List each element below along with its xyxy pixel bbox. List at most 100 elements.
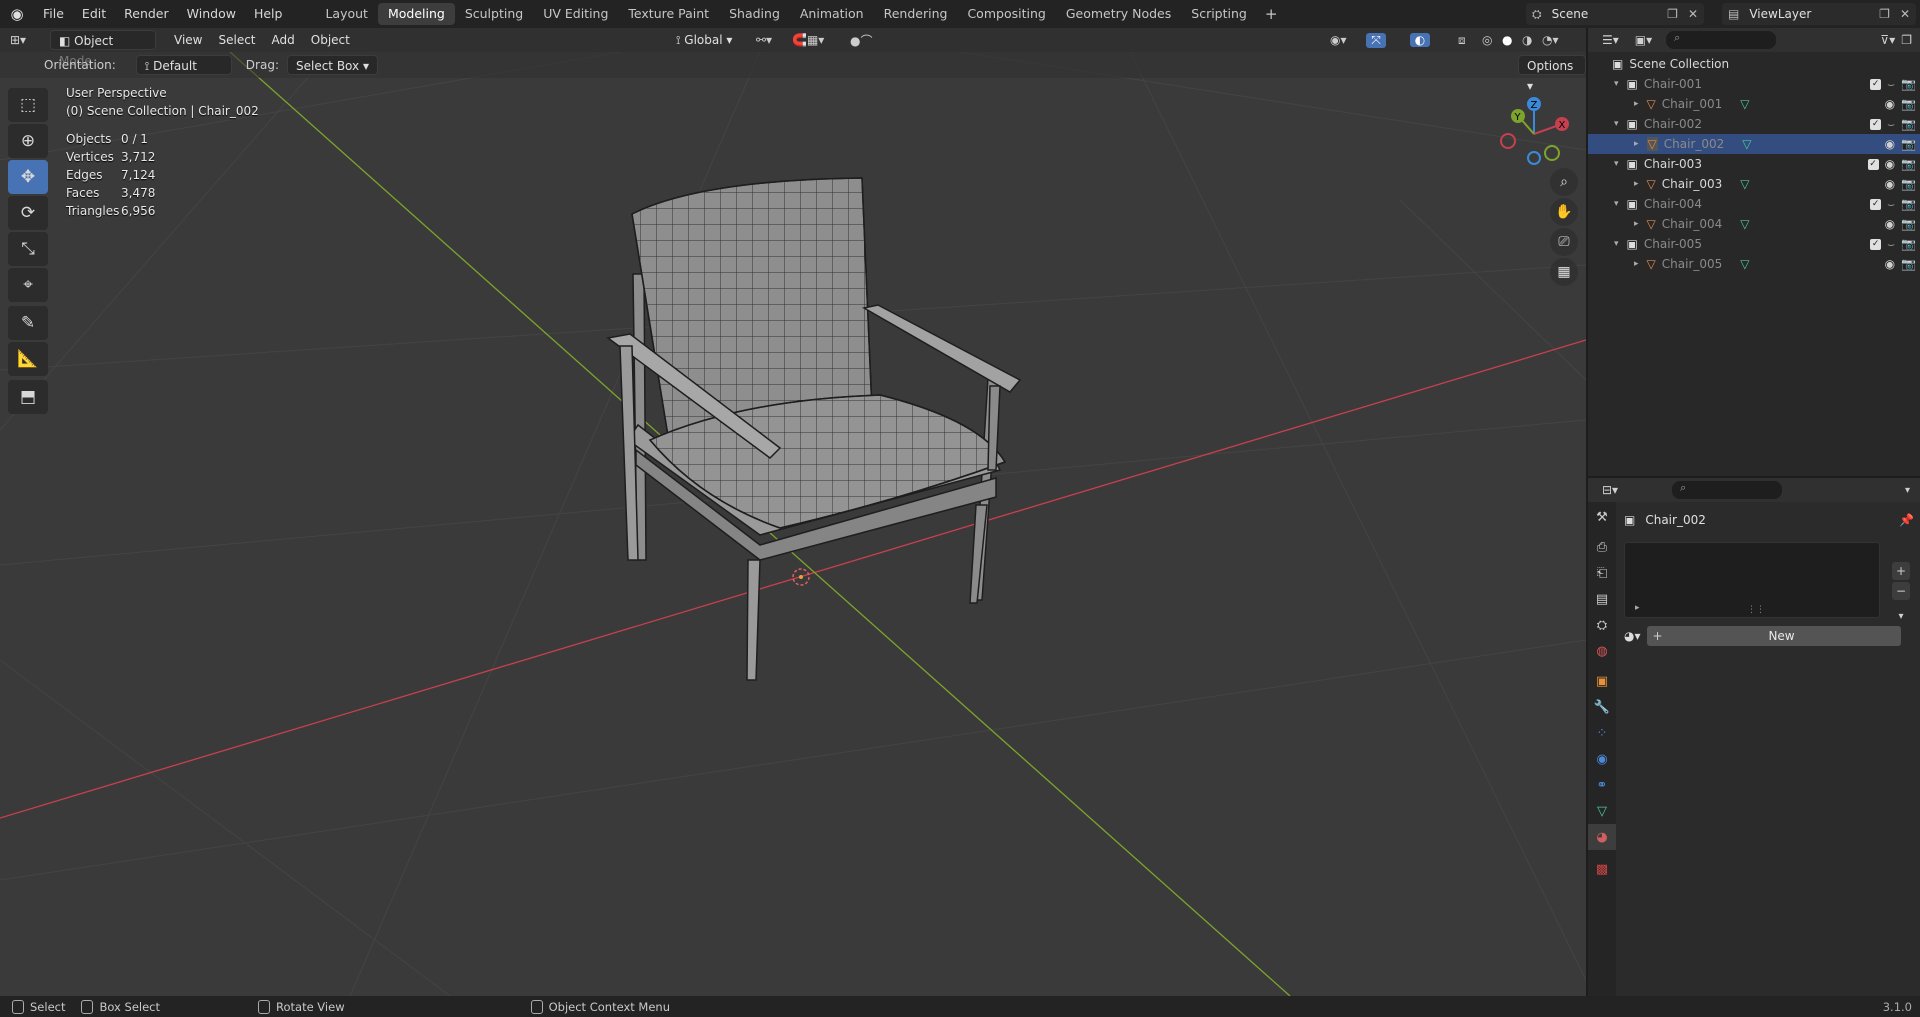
proportional-edit-icon[interactable]: ●⌒ [850, 32, 872, 49]
scale-tool-icon[interactable]: ⤡ [8, 232, 48, 266]
perspective-grid-icon[interactable]: ▦ [1550, 258, 1578, 286]
expand-arrow-icon[interactable]: ▸ [1634, 139, 1639, 149]
list-item[interactable]: ▸ ▽ Chair_002 ▽ ◉ 📷 [1588, 134, 1920, 154]
output-tab-icon[interactable]: ⎗ [1588, 560, 1616, 586]
rotate-tool-icon[interactable]: ⟳ [8, 196, 48, 230]
render-camera-icon[interactable]: 📷 [1901, 117, 1916, 131]
tab-modeling[interactable]: Modeling [377, 3, 455, 25]
menu-add[interactable]: Add [264, 30, 303, 50]
xray-icon[interactable]: ⧈ [1458, 33, 1466, 48]
view-layer-copy-icon[interactable]: ❐ [1879, 7, 1890, 21]
expand-arrow-icon[interactable]: ▾ [1614, 199, 1619, 209]
hide-in-viewport-icon[interactable]: ⌣ [1887, 77, 1895, 92]
expand-arrow-icon[interactable]: ▸ [1634, 179, 1639, 189]
gizmo-toggle-icon[interactable]: ⤧ [1366, 32, 1386, 48]
select-box-tool-icon[interactable]: ⬚ [8, 88, 48, 122]
outliner-editor-type-icon[interactable]: ☰▾ [1602, 33, 1619, 47]
mesh-data-icon[interactable]: ▽ [1740, 217, 1749, 231]
exclude-checkbox[interactable]: ✓ [1870, 238, 1882, 250]
eye-icon[interactable]: ◉ [1885, 217, 1895, 231]
constraints-tab-icon[interactable]: ⚭ [1588, 772, 1616, 798]
list-item[interactable]: ▾ ▣ Chair-002 ✓ ⌣ 📷 [1588, 114, 1920, 134]
scene-selector[interactable]: ⛭ Scene ❐ ✕ [1526, 3, 1704, 25]
render-camera-icon[interactable]: 📷 [1901, 197, 1916, 211]
mesh-data-icon[interactable]: ▽ [1742, 137, 1751, 151]
render-tab-icon[interactable]: ⎙ [1588, 534, 1616, 560]
exclude-checkbox[interactable]: ✓ [1870, 118, 1882, 130]
list-item[interactable]: ▾ ▣ Chair-004 ✓ ⌣ 📷 [1588, 194, 1920, 214]
wireframe-shading-icon[interactable]: ◎ [1482, 33, 1492, 47]
slot-add-button[interactable]: + [1892, 562, 1910, 580]
exclude-checkbox[interactable]: ✓ [1870, 78, 1882, 90]
eye-icon[interactable]: ◉ [1885, 137, 1895, 151]
tool-tab-icon[interactable]: ⚒ [1588, 504, 1616, 530]
tab-layout[interactable]: Layout [315, 3, 378, 25]
pivot-icon[interactable]: ⚯▾ [756, 33, 772, 47]
modifier-tab-icon[interactable]: 🔧 [1588, 694, 1616, 720]
render-camera-icon[interactable]: 📷 [1901, 137, 1916, 151]
view-layer-selector[interactable]: ▤ ViewLayer ❐ ✕ [1722, 3, 1916, 25]
physics-tab-icon[interactable]: ◉ [1588, 746, 1616, 772]
scene-close-icon[interactable]: ✕ [1688, 7, 1698, 21]
tab-scripting[interactable]: Scripting [1181, 3, 1257, 25]
mode-dropdown[interactable]: ◧ Object Mode [50, 30, 156, 68]
new-material-button[interactable]: + New [1646, 626, 1901, 646]
eye-icon[interactable]: ◉ [1885, 157, 1895, 171]
expand-arrow-icon[interactable]: ▸ [1634, 99, 1639, 109]
outliner-search-field[interactable]: ⌕ [1666, 31, 1777, 49]
transform-orientation-dropdown[interactable]: ⟟ Global ▾ [668, 30, 746, 50]
tab-geometry-nodes[interactable]: Geometry Nodes [1056, 3, 1181, 25]
render-camera-icon[interactable]: 📷 [1901, 157, 1916, 171]
exclude-checkbox[interactable]: ✓ [1870, 198, 1882, 210]
options-dropdown[interactable]: Options ▾ [1518, 55, 1586, 93]
orientation-dropdown[interactable]: ⟟ Default [135, 55, 232, 75]
eye-icon[interactable]: ◉ [1885, 177, 1895, 191]
world-tab-icon[interactable]: ◍ [1588, 638, 1616, 664]
tab-texture-paint[interactable]: Texture Paint [618, 3, 719, 25]
scene-collection-row[interactable]: ▣ Scene Collection [1588, 54, 1920, 74]
viewport-scene[interactable] [0, 52, 1586, 996]
expand-arrow-icon[interactable]: ▾ [1614, 159, 1619, 169]
view-layer-tab-icon[interactable]: ▤ [1588, 586, 1616, 612]
slot-specials-icon[interactable]: ▾ [1892, 608, 1910, 626]
render-camera-icon[interactable]: 📷 [1901, 257, 1916, 271]
properties-options-icon[interactable]: ▾ [1905, 485, 1910, 496]
new-collection-icon[interactable]: ❐ [1901, 33, 1912, 47]
mesh-data-icon[interactable]: ▽ [1740, 177, 1749, 191]
scene-copy-icon[interactable]: ❐ [1667, 7, 1678, 21]
outliner-display-mode-icon[interactable]: ▣▾ [1635, 33, 1652, 47]
view-layer-close-icon[interactable]: ✕ [1900, 7, 1910, 21]
tab-rendering[interactable]: Rendering [874, 3, 958, 25]
list-item[interactable]: ▸ ▽ Chair_004 ▽ ◉ 📷 [1588, 214, 1920, 234]
tab-shading[interactable]: Shading [719, 3, 790, 25]
add-cube-tool-icon[interactable]: ⬒ [8, 380, 48, 414]
eye-icon[interactable]: ◉ [1885, 257, 1895, 271]
properties-search-field[interactable]: ⌕ [1672, 481, 1783, 499]
tab-sculpting[interactable]: Sculpting [455, 3, 533, 25]
annotate-tool-icon[interactable]: ✎ [8, 306, 48, 340]
cursor-tool-icon[interactable]: ⊕ [8, 124, 48, 158]
material-slot-list[interactable]: ▸ ⋮⋮ [1624, 542, 1880, 618]
add-workspace-icon[interactable]: + [1257, 5, 1286, 23]
exclude-checkbox[interactable]: ✓ [1867, 158, 1879, 170]
hide-in-viewport-icon[interactable]: ⌣ [1887, 197, 1895, 212]
menu-select[interactable]: Select [210, 30, 263, 50]
expand-arrow-icon[interactable]: ▸ [1634, 219, 1639, 229]
filter-icon[interactable]: ⊽▾ [1880, 33, 1895, 47]
menu-window[interactable]: Window [178, 0, 245, 28]
editor-type-icon[interactable]: ⊞▾ [10, 33, 40, 47]
menu-file[interactable]: File [34, 0, 73, 28]
material-shading-icon[interactable]: ◑ [1522, 33, 1532, 47]
expand-arrow-icon[interactable]: ▾ [1614, 119, 1619, 129]
list-item[interactable]: ▾ ▣ Chair-005 ✓ ⌣ 📷 [1588, 234, 1920, 254]
blender-logo-icon[interactable]: ◉ [0, 0, 34, 28]
menu-edit[interactable]: Edit [73, 0, 115, 28]
properties-editor-type-icon[interactable]: ⊟▾ [1602, 483, 1618, 497]
list-item[interactable]: ▸ ▽ Chair_001 ▽ ◉ 📷 [1588, 94, 1920, 114]
resize-handle-icon[interactable]: ⋮⋮ [1747, 605, 1765, 615]
menu-view[interactable]: View [166, 30, 210, 50]
solid-shading-icon[interactable]: ● [1502, 33, 1512, 47]
camera-view-icon[interactable]: ⎚ [1550, 228, 1578, 256]
rendered-shading-icon[interactable]: ◔▾ [1542, 33, 1559, 47]
texture-tab-icon[interactable]: ▩ [1588, 856, 1616, 882]
